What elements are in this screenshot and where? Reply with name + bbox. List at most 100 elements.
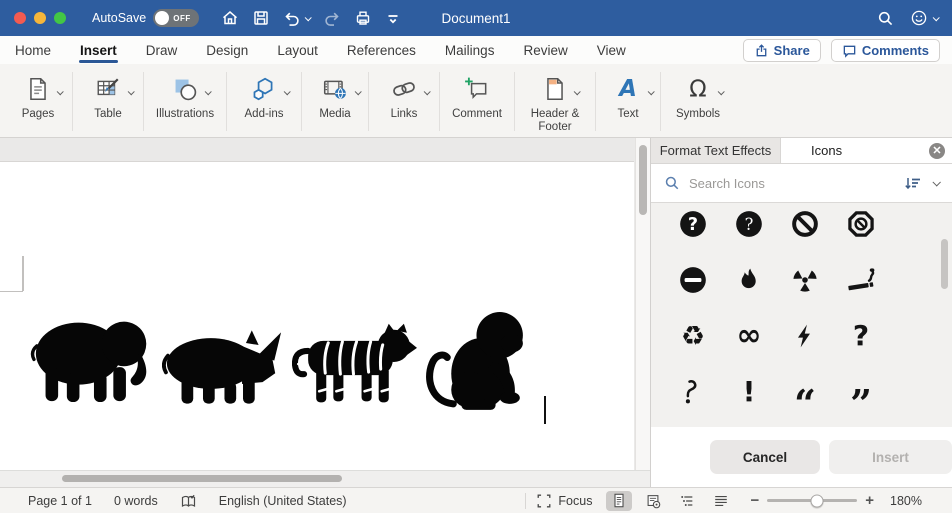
home-icon[interactable] bbox=[221, 9, 239, 27]
icon-result-no-entry[interactable] bbox=[665, 259, 721, 315]
outline-view-icon[interactable] bbox=[674, 491, 700, 511]
ribbon-group-header-footer[interactable]: Header & Footer bbox=[515, 64, 595, 137]
ribbon-group-pages[interactable]: Pages bbox=[4, 64, 72, 137]
document-page[interactable] bbox=[0, 161, 634, 470]
icon-result-lightning-bolt[interactable] bbox=[777, 315, 833, 371]
tab-layout[interactable]: Layout bbox=[276, 39, 319, 62]
customize-toolbar-icon[interactable] bbox=[385, 10, 401, 26]
ribbon-group-links[interactable]: Links bbox=[369, 64, 439, 137]
chevron-down-icon[interactable] bbox=[204, 88, 212, 96]
icon-result-question-mark-circle-alt[interactable]: ? bbox=[721, 203, 777, 259]
spellcheck-icon[interactable] bbox=[180, 493, 197, 509]
zoom-level[interactable]: 180% bbox=[882, 494, 922, 508]
ribbon-group-comment[interactable]: Comment bbox=[440, 64, 514, 137]
comments-label: Comments bbox=[861, 42, 929, 58]
icon-result-radiation[interactable] bbox=[777, 259, 833, 315]
cancel-button[interactable]: Cancel bbox=[710, 440, 820, 474]
tab-design[interactable]: Design bbox=[205, 39, 249, 62]
chevron-down-icon[interactable] bbox=[647, 88, 655, 96]
rhinoceros-icon[interactable] bbox=[162, 326, 284, 405]
icon-result-quote-open[interactable]: “ bbox=[777, 383, 833, 439]
sort-icon[interactable] bbox=[904, 176, 921, 191]
icon-result-infinity[interactable]: ∞ bbox=[721, 315, 777, 371]
chevron-down-icon[interactable] bbox=[932, 178, 941, 187]
icon-result-question-mark-open[interactable] bbox=[665, 371, 721, 427]
tab-review[interactable]: Review bbox=[522, 39, 568, 62]
print-icon[interactable] bbox=[354, 9, 372, 27]
undo-icon[interactable] bbox=[283, 9, 312, 27]
tab-view[interactable]: View bbox=[596, 39, 627, 62]
zoom-in-button[interactable]: + bbox=[865, 493, 874, 508]
document-canvas[interactable] bbox=[0, 138, 650, 487]
chevron-down-icon[interactable] bbox=[423, 88, 431, 96]
view-switcher bbox=[606, 490, 734, 511]
tab-mailings[interactable]: Mailings bbox=[444, 39, 496, 62]
insert-ribbon: Pages Table Illustrations Add-ins Media … bbox=[0, 64, 952, 138]
monkey-icon[interactable] bbox=[423, 309, 536, 415]
tab-format-text-effects[interactable]: Format Text Effects bbox=[651, 138, 781, 163]
ribbon-group-table[interactable]: Table bbox=[73, 64, 143, 137]
print-layout-view-icon[interactable] bbox=[606, 490, 633, 511]
focus-button[interactable]: Focus bbox=[536, 493, 592, 509]
ribbon-group-symbols[interactable]: Ω Symbols bbox=[661, 64, 735, 137]
share-icon bbox=[756, 43, 767, 56]
smiley-chevron-icon bbox=[932, 13, 940, 21]
tab-icons[interactable]: Icons bbox=[781, 138, 952, 163]
elephant-icon[interactable] bbox=[30, 311, 156, 403]
ribbon-group-add-ins[interactable]: Add-ins bbox=[227, 64, 301, 137]
icon-result-smoking[interactable] bbox=[833, 259, 889, 315]
close-window-button[interactable] bbox=[14, 12, 26, 24]
word-count[interactable]: 0 words bbox=[114, 494, 158, 508]
tab-draw[interactable]: Draw bbox=[145, 39, 179, 62]
undo-chevron-icon[interactable] bbox=[304, 13, 312, 21]
vertical-scrollbar-thumb[interactable] bbox=[639, 145, 647, 215]
search-icon[interactable] bbox=[877, 10, 894, 27]
ribbon-group-label: Pages bbox=[21, 108, 55, 120]
vertical-scrollbar[interactable] bbox=[635, 138, 650, 470]
icon-result-recycle[interactable]: ♻ bbox=[665, 315, 721, 371]
minimize-window-button[interactable] bbox=[34, 12, 46, 24]
icon-result-quote-close[interactable]: ” bbox=[833, 383, 889, 439]
text-cursor bbox=[544, 396, 546, 424]
redo-icon[interactable] bbox=[323, 9, 341, 27]
horizontal-scrollbar-thumb[interactable] bbox=[62, 475, 342, 482]
icon-result-flame[interactable] bbox=[721, 259, 777, 315]
grid-scrollbar-thumb[interactable] bbox=[941, 239, 948, 289]
ribbon-group-illustrations[interactable]: Illustrations bbox=[144, 64, 226, 137]
chevron-down-icon[interactable] bbox=[573, 88, 581, 96]
zoom-slider-thumb[interactable] bbox=[810, 494, 824, 507]
tab-home[interactable]: Home bbox=[14, 39, 52, 62]
share-button[interactable]: Share bbox=[742, 38, 821, 62]
ribbon-group-text[interactable]: A Text bbox=[596, 64, 660, 137]
icon-result-prohibition[interactable] bbox=[777, 203, 833, 259]
chevron-down-icon[interactable] bbox=[717, 88, 725, 96]
comments-button[interactable]: Comments bbox=[830, 38, 940, 62]
feedback-smiley-icon[interactable] bbox=[910, 9, 940, 27]
tab-insert[interactable]: Insert bbox=[79, 39, 118, 63]
zoom-out-button[interactable]: − bbox=[750, 493, 759, 508]
zoom-slider[interactable] bbox=[767, 494, 858, 507]
insert-button[interactable]: Insert bbox=[829, 440, 952, 474]
icon-result-question-mark[interactable]: ? bbox=[833, 315, 889, 371]
margin-crop-mark bbox=[22, 256, 24, 291]
icon-result-prohibition-octagon[interactable] bbox=[833, 203, 889, 259]
page-count[interactable]: Page 1 of 1 bbox=[28, 494, 92, 508]
chevron-down-icon[interactable] bbox=[354, 88, 362, 96]
chevron-down-icon[interactable] bbox=[56, 88, 64, 96]
close-pane-icon[interactable]: ✕ bbox=[929, 143, 945, 159]
tiger-icon[interactable] bbox=[292, 318, 418, 405]
autosave-toggle[interactable]: OFF bbox=[153, 9, 200, 27]
chevron-down-icon[interactable] bbox=[127, 88, 135, 96]
save-icon[interactable] bbox=[252, 9, 270, 27]
zoom-window-button[interactable] bbox=[54, 12, 66, 24]
language-status[interactable]: English (United States) bbox=[219, 494, 347, 508]
search-icons-input[interactable] bbox=[689, 175, 904, 191]
web-layout-view-icon[interactable] bbox=[640, 491, 666, 511]
icon-result-exclamation-mark[interactable]: ! bbox=[721, 371, 777, 427]
chevron-down-icon[interactable] bbox=[283, 88, 291, 96]
ribbon-group-media[interactable]: Media bbox=[302, 64, 368, 137]
tab-references[interactable]: References bbox=[346, 39, 417, 62]
horizontal-scrollbar[interactable] bbox=[0, 470, 650, 487]
icon-result-question-mark-circle[interactable]: ? bbox=[665, 203, 721, 259]
draft-view-icon[interactable] bbox=[708, 491, 734, 511]
